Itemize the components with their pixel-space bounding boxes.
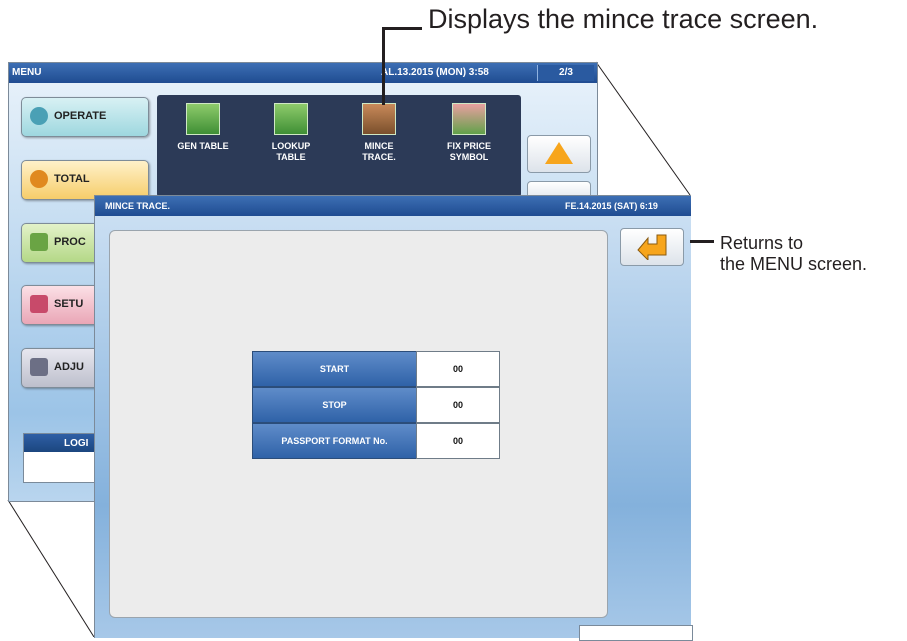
right-callout-text: Returns to the MENU screen. <box>720 233 867 275</box>
menu-icon-panel: GEN TABLE LOOKUP TABLE MINCE TRACE. FIX … <box>157 95 521 197</box>
fix-price-label-1: FIX PRICE <box>446 141 491 151</box>
start-value-field[interactable]: 00 <box>416 351 500 387</box>
stop-label: STOP <box>252 387 417 423</box>
lookup-table-label-2: TABLE <box>276 152 306 162</box>
mince-trace-title: MINCE TRACE. <box>105 201 170 211</box>
top-callout-text: Displays the mince trace screen. <box>428 4 819 34</box>
total-button-label: TOTAL <box>54 173 90 185</box>
scroll-up-button[interactable] <box>527 135 591 173</box>
passport-format-label: PASSPORT FORMAT No. <box>252 423 417 459</box>
adjust-button-label: ADJU <box>54 361 84 373</box>
operate-button-label: OPERATE <box>54 110 107 122</box>
operate-button[interactable]: OPERATE <box>21 97 149 137</box>
mince-trace-titlebar: MINCE TRACE. FE.14.2015 (SAT) 6:19 <box>95 196 691 216</box>
mince-trace-icon <box>362 103 396 135</box>
return-button[interactable] <box>620 228 684 266</box>
login-label: LOGI <box>64 438 89 449</box>
mince-trace-label-1: MINCE <box>364 141 394 151</box>
gen-table-icon <box>186 103 220 135</box>
mince-trace-datetime: FE.14.2015 (SAT) 6:19 <box>565 201 658 211</box>
content-panel: START 00 STOP 00 PASSPORT FORMAT No. 00 <box>109 230 608 618</box>
lookup-table-item[interactable]: LOOKUP TABLE <box>261 103 321 163</box>
lookup-table-label-1: LOOKUP <box>271 141 311 151</box>
start-label: START <box>252 351 417 387</box>
gen-table-label: GEN TABLE <box>177 141 229 151</box>
status-field <box>579 625 693 641</box>
mince-trace-item[interactable]: MINCE TRACE. <box>349 103 409 163</box>
right-callout-line <box>690 240 714 243</box>
menu-titlebar: MENU AL.13.2015 (MON) 3:58 2/3 <box>9 63 597 83</box>
right-callout-line1: Returns to <box>720 233 804 253</box>
setup-button-label: SETU <box>54 298 84 310</box>
mince-trace-window: MINCE TRACE. FE.14.2015 (SAT) 6:19 START… <box>94 195 693 641</box>
menu-datetime: AL.13.2015 (MON) 3:58 <box>381 67 489 78</box>
top-callout-line-vertical <box>382 27 385 105</box>
play-icon <box>30 107 48 125</box>
page-indicator: 2/3 <box>537 65 594 81</box>
adjust-icon <box>30 358 48 376</box>
fix-price-symbol-icon <box>452 103 486 135</box>
passport-format-value-field[interactable]: 00 <box>416 423 500 459</box>
up-arrow-icon <box>545 142 573 164</box>
gen-table-item[interactable]: GEN TABLE <box>173 103 233 152</box>
lookup-table-icon <box>274 103 308 135</box>
right-callout-line2: the MENU screen. <box>720 254 868 274</box>
mince-trace-label-2: TRACE. <box>362 152 396 162</box>
book-icon <box>30 233 48 251</box>
return-arrow-icon <box>637 234 667 260</box>
stop-value-field[interactable]: 00 <box>416 387 500 423</box>
fix-price-symbol-item[interactable]: FIX PRICE SYMBOL <box>439 103 499 163</box>
total-button[interactable]: TOTAL <box>21 160 149 200</box>
menu-window-title: MENU <box>12 67 42 78</box>
fix-price-label-2: SYMBOL <box>449 152 489 162</box>
wrench-icon <box>30 295 48 313</box>
clock-icon <box>30 170 48 188</box>
proc-button-label: PROC <box>54 236 86 248</box>
top-callout-line-horizontal <box>382 27 422 30</box>
